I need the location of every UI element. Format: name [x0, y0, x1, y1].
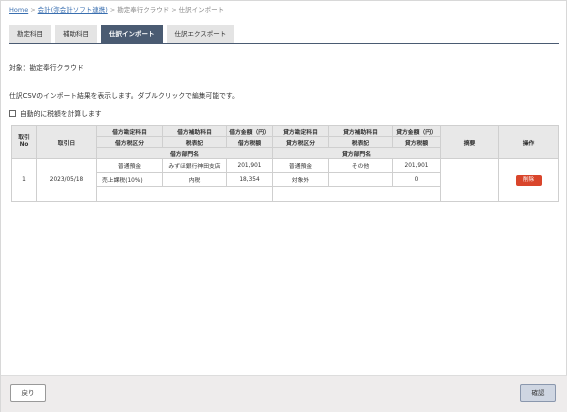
header-credit-dept: 貸方部門名: [272, 147, 441, 159]
cell-debit-account[interactable]: 普通預金: [96, 158, 163, 173]
header-date: 取引日: [36, 125, 97, 159]
tab-journal-export[interactable]: 仕訳エクスポート: [166, 25, 235, 43]
description-text: 仕訳CSVのインポート結果を表示します。ダブルクリックで編集可能です。: [9, 92, 239, 100]
tab-bar: 勘定科目 補助科目 仕訳インポート 仕訳エクスポート: [9, 25, 238, 43]
auto-tax-checkbox[interactable]: [9, 109, 16, 117]
footer-bar: 戻り 確認: [1, 375, 567, 412]
header-debit-tax-note: 税表記: [162, 136, 227, 148]
cell-row-no: 1: [11, 158, 37, 202]
cell-debit-sub[interactable]: みずほ銀行神田支店: [162, 158, 227, 173]
cell-date: 2023/05/18: [36, 158, 97, 202]
breadcrumb: Home > 会計(弥会計ソフト連携) > 勘定奉行クラウド > 仕訳インポート: [9, 4, 224, 14]
header-debit-tax-class: 借方税区分: [96, 136, 163, 148]
cell-credit-dept[interactable]: [272, 186, 441, 202]
header-credit-tax-note: 税表記: [328, 136, 393, 148]
tab-sub-account-items[interactable]: 補助科目: [55, 25, 97, 43]
header-debit-sub: 借方補助科目: [162, 125, 227, 137]
target-label: 対象：勘定奉行クラウド: [9, 64, 84, 72]
cell-credit-tax-note[interactable]: [328, 172, 393, 187]
cell-summary[interactable]: [440, 158, 499, 202]
breadcrumb-current: 仕訳インポート: [178, 6, 225, 14]
header-summary: 摘要: [440, 125, 499, 159]
header-debit-account: 借方勘定科目: [96, 125, 163, 137]
header-debit-amount: 借方金額（円）: [226, 125, 273, 137]
header-row-no: 取引 No: [11, 125, 37, 159]
header-credit-tax-amount: 貸方税額: [392, 136, 441, 148]
cell-credit-sub[interactable]: その他: [328, 158, 393, 173]
breadcrumb-separator: >: [171, 6, 177, 14]
cell-credit-tax-class[interactable]: 対象外: [272, 172, 329, 187]
breadcrumb-separator: >: [30, 6, 36, 14]
tab-journal-import[interactable]: 仕訳インポート: [101, 25, 163, 43]
cell-debit-tax-class[interactable]: 売上課税(10%): [96, 172, 163, 187]
breadcrumb-separator: >: [109, 6, 116, 14]
journal-table: 取引 No 取引日 借方勘定科目 借方補助科目 借方金額（円） 貸方勘定科目 貸…: [11, 125, 559, 202]
header-debit-tax-amount: 借方税額: [226, 136, 273, 148]
page: Home > 会計(弥会計ソフト連携) > 勘定奉行クラウド > 仕訳インポート 勘定科目 …: [0, 0, 567, 412]
tab-account-items[interactable]: 勘定科目: [9, 25, 51, 43]
header-credit-tax-class: 貸方税区分: [272, 136, 329, 148]
delete-button[interactable]: 削除: [515, 174, 542, 186]
cell-debit-dept[interactable]: [96, 186, 273, 202]
cell-action: 削除: [498, 158, 559, 202]
cell-credit-amount[interactable]: 201,901: [392, 158, 441, 173]
auto-tax-option: 自動的に税額を計算します: [9, 108, 102, 118]
breadcrumb-home-link[interactable]: Home: [9, 6, 28, 14]
header-action: 操作: [498, 125, 559, 159]
cell-debit-tax-amount[interactable]: 18,354: [226, 172, 273, 187]
cell-credit-account[interactable]: 普通預金: [272, 158, 329, 173]
breadcrumb-cloud: 勘定奉行クラウド: [117, 6, 170, 14]
cell-debit-tax-note[interactable]: 内税: [162, 172, 227, 187]
back-button[interactable]: 戻り: [10, 384, 46, 402]
auto-tax-label: 自動的に税額を計算します: [20, 110, 102, 118]
header-credit-amount: 貸方金額（円）: [392, 125, 441, 137]
table-row[interactable]: 1 2023/05/18 普通預金 みずほ銀行神田支店 201,901 普通預金…: [11, 158, 559, 202]
header-credit-sub: 貸方補助科目: [328, 125, 393, 137]
confirm-button[interactable]: 確認: [520, 384, 556, 402]
tab-underline: [9, 43, 559, 44]
header-credit-account: 貸方勘定科目: [272, 125, 329, 137]
cell-credit-tax-amount[interactable]: 0: [392, 172, 441, 187]
breadcrumb-accounting-link[interactable]: 会計(弥会計ソフト連携): [38, 6, 108, 14]
header-debit-dept: 借方部門名: [96, 147, 273, 159]
cell-debit-amount[interactable]: 201,901: [226, 158, 273, 173]
